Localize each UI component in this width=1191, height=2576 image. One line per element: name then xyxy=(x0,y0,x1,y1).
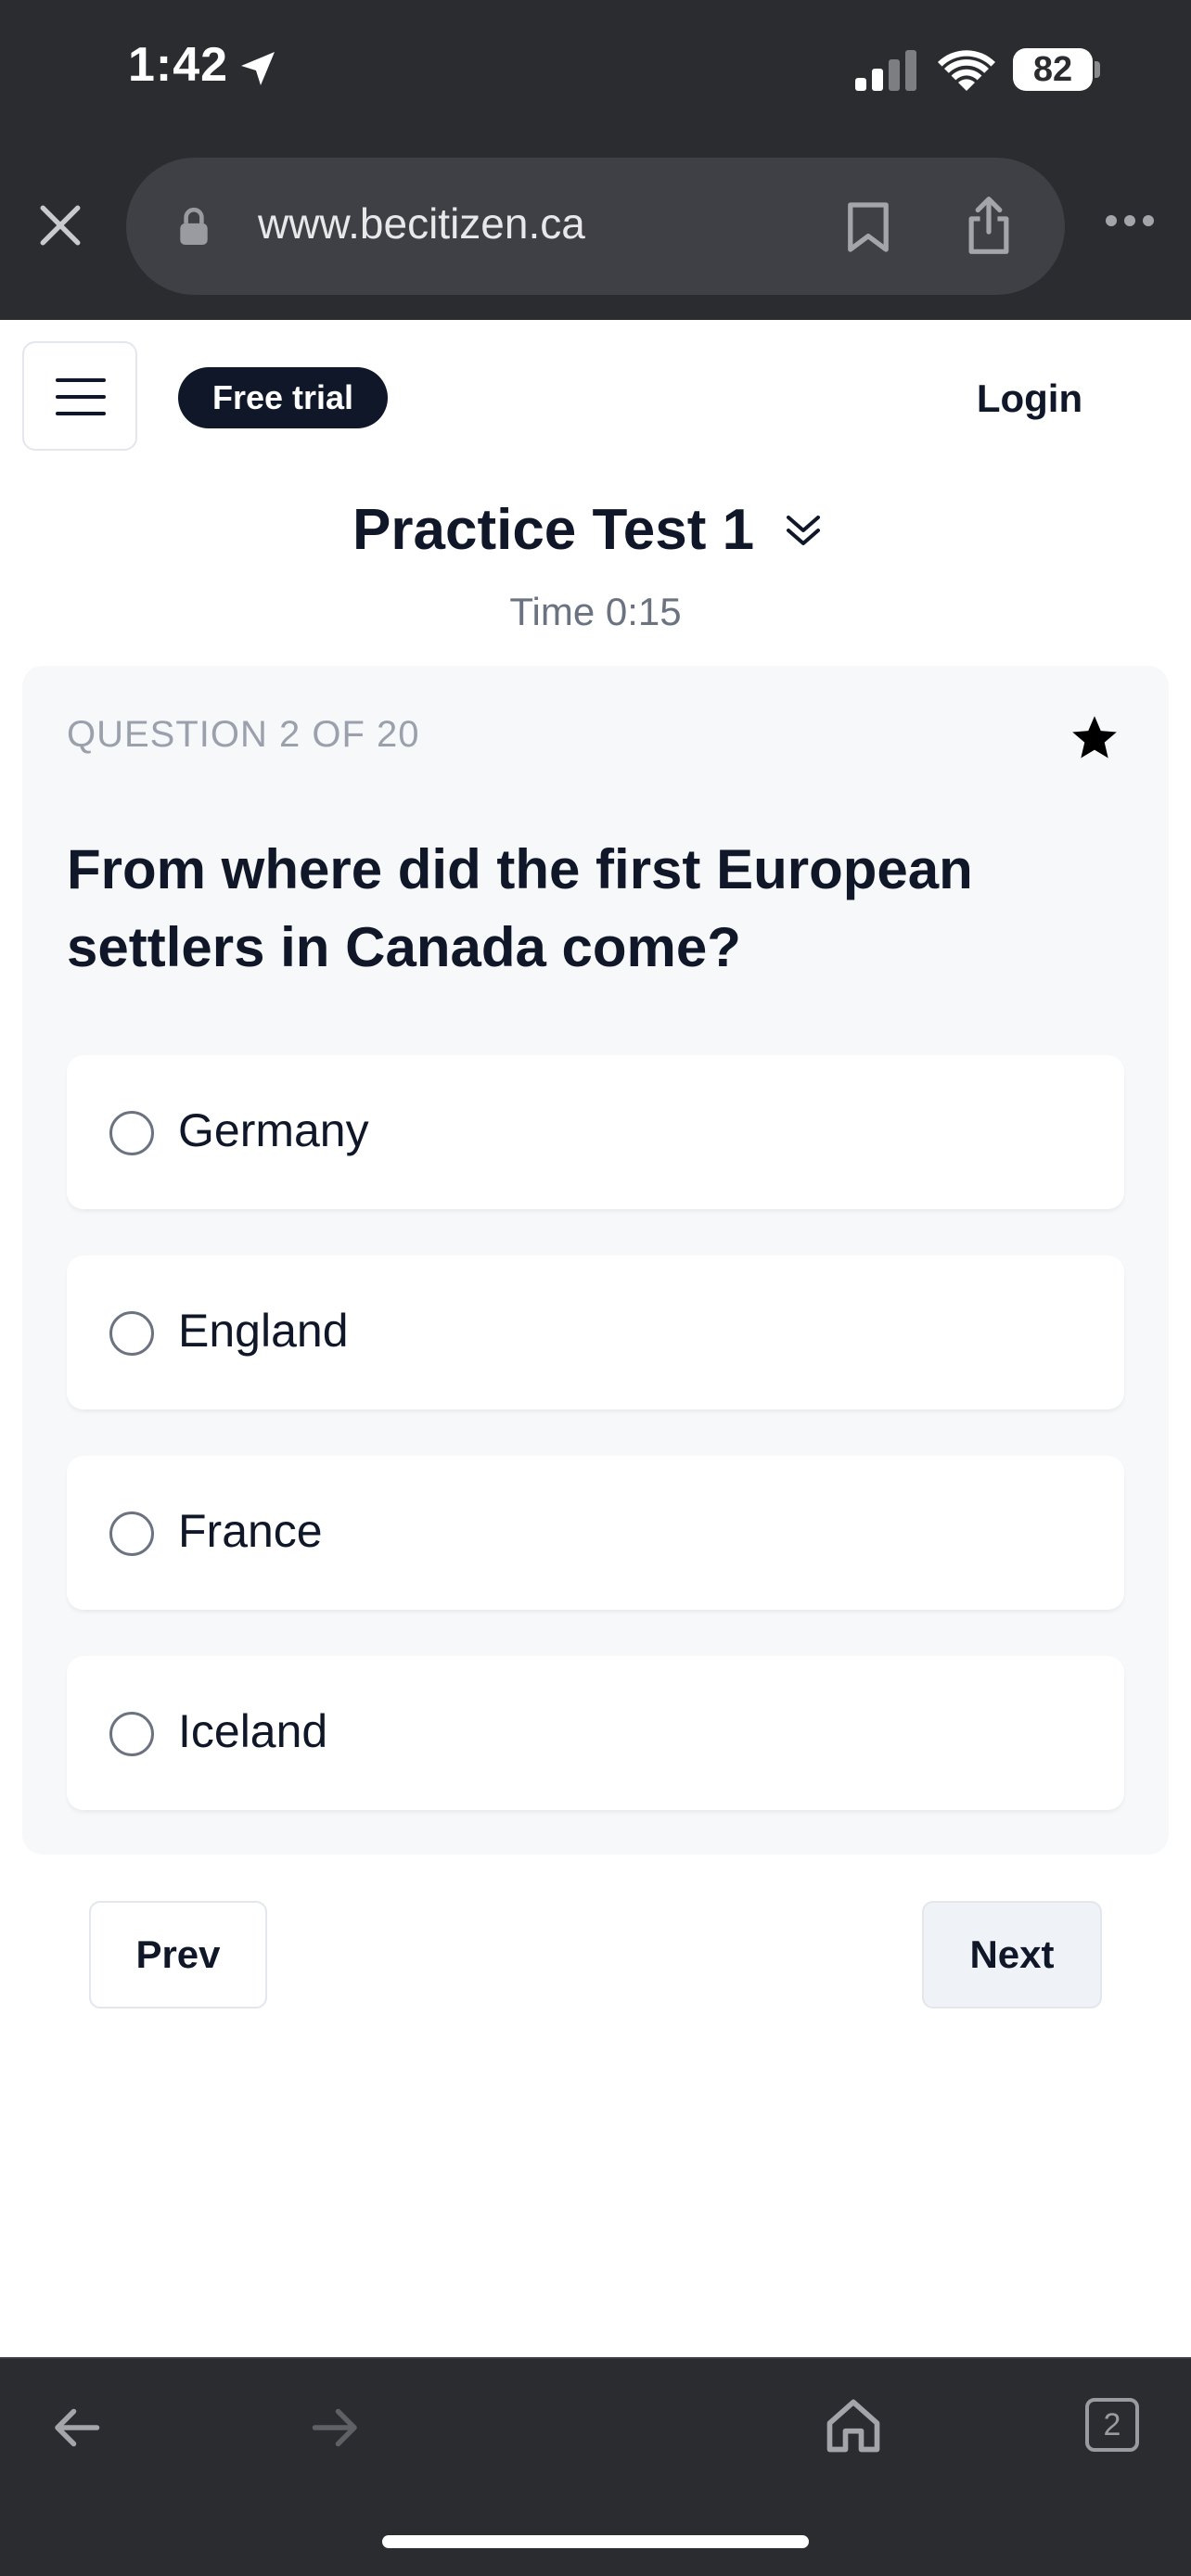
double-chevron-down-icon[interactable] xyxy=(781,508,826,553)
browser-top-chrome: 1:42 82 www.becitizen.ca xyxy=(0,0,1191,320)
more-icon[interactable] xyxy=(1104,211,1156,230)
bookmark-icon[interactable] xyxy=(846,200,890,254)
answer-option[interactable]: England xyxy=(67,1256,1124,1409)
signal-icon xyxy=(855,50,916,91)
radio-button[interactable] xyxy=(109,1111,154,1155)
url-text[interactable]: www.becitizen.ca xyxy=(258,198,585,249)
share-icon[interactable] xyxy=(965,195,1013,256)
answer-option[interactable]: France xyxy=(67,1456,1124,1610)
forward-icon[interactable] xyxy=(308,2400,364,2455)
lock-icon xyxy=(180,207,208,245)
status-time: 1:42 xyxy=(128,38,229,92)
radio-button[interactable] xyxy=(109,1311,154,1356)
answer-option[interactable]: Iceland xyxy=(67,1656,1124,1810)
star-icon[interactable] xyxy=(1069,712,1121,764)
home-icon[interactable] xyxy=(822,2394,885,2457)
radio-button[interactable] xyxy=(109,1511,154,1556)
tabs-icon[interactable]: 2 xyxy=(1085,2398,1139,2452)
question-counter: QUESTION 2 OF 20 xyxy=(67,714,420,755)
battery-indicator: 82 xyxy=(1013,48,1093,91)
back-icon[interactable] xyxy=(48,2400,104,2455)
answer-option-label: France xyxy=(178,1505,323,1557)
home-indicator xyxy=(382,2535,809,2548)
login-link[interactable]: Login xyxy=(946,371,1113,427)
hamburger-icon xyxy=(56,378,106,415)
close-icon[interactable] xyxy=(37,202,83,249)
location-arrow-icon xyxy=(241,52,275,85)
question-text: From where did the first European settle… xyxy=(67,838,973,978)
answer-option-label: Germany xyxy=(178,1104,369,1156)
address-bar[interactable]: www.becitizen.ca xyxy=(126,158,1065,295)
prev-button[interactable]: Prev xyxy=(89,1901,267,2009)
wifi-icon xyxy=(938,50,995,91)
answer-option-label: England xyxy=(178,1305,349,1357)
test-timer: Time 0:15 xyxy=(509,590,682,633)
battery-tip xyxy=(1095,61,1100,78)
test-title[interactable]: Practice Test 1 xyxy=(352,497,754,563)
answer-option-label: Iceland xyxy=(178,1705,328,1757)
hamburger-menu-button[interactable] xyxy=(22,341,137,451)
free-trial-badge[interactable]: Free trial xyxy=(178,367,388,428)
answer-option[interactable]: Germany xyxy=(67,1055,1124,1209)
radio-button[interactable] xyxy=(109,1712,154,1756)
next-button[interactable]: Next xyxy=(922,1901,1102,2009)
